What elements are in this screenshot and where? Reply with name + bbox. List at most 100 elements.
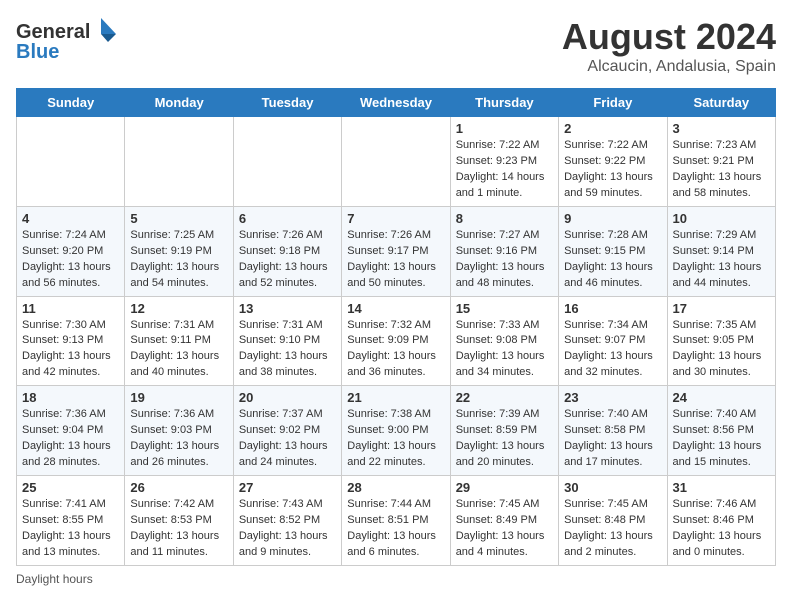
week-row-1: 1 Sunrise: 7:22 AM Sunset: 9:23 PM Daylig… xyxy=(17,117,776,207)
day-number: 25 xyxy=(22,480,119,495)
calendar-cell: 15Sunrise: 7:33 AM Sunset: 9:08 PM Dayli… xyxy=(450,296,558,386)
day-number: 11 xyxy=(22,301,119,316)
day-content: Sunrise: 7:40 AM Sunset: 8:58 PM Dayligh… xyxy=(564,407,661,471)
calendar-cell: 1 Sunrise: 7:22 AM Sunset: 9:23 PM Daylig… xyxy=(450,117,558,207)
day-header-saturday: Saturday xyxy=(667,89,775,117)
day-content: Sunrise: 7:35 AM Sunset: 9:05 PM Dayligh… xyxy=(673,318,770,382)
day-content: Sunrise: 7:46 AM Sunset: 8:46 PM Dayligh… xyxy=(673,497,770,561)
svg-text:General: General xyxy=(16,21,90,43)
day-number: 28 xyxy=(347,480,444,495)
day-content: Sunrise: 7:41 AM Sunset: 8:55 PM Dayligh… xyxy=(22,497,119,561)
day-content: Sunrise: 7:31 AM Sunset: 9:10 PM Dayligh… xyxy=(239,318,336,382)
day-number: 19 xyxy=(130,390,227,405)
day-content: Sunrise: 7:42 AM Sunset: 8:53 PM Dayligh… xyxy=(130,497,227,561)
title-block: August 2024 Alcaucin, Andalusia, Spain xyxy=(562,16,776,76)
week-row-5: 25 Sunrise: 7:41 AM Sunset: 8:55 PM Dayli… xyxy=(17,476,776,566)
calendar-cell: 16Sunrise: 7:34 AM Sunset: 9:07 PM Dayli… xyxy=(559,296,667,386)
header: General Blue August 2024 Alcaucin, Andal… xyxy=(16,16,776,76)
day-content: Sunrise: 7:43 AM Sunset: 8:52 PM Dayligh… xyxy=(239,497,336,561)
day-content: Sunrise: 7:45 AM Sunset: 8:49 PM Dayligh… xyxy=(456,497,553,561)
day-header-thursday: Thursday xyxy=(450,89,558,117)
calendar-cell: 3Sunrise: 7:23 AM Sunset: 9:21 PM Daylig… xyxy=(667,117,775,207)
calendar-cell: 23 Sunrise: 7:40 AM Sunset: 8:58 PM Dayli… xyxy=(559,386,667,476)
calendar-cell: 18Sunrise: 7:36 AM Sunset: 9:04 PM Dayli… xyxy=(17,386,125,476)
page: General Blue August 2024 Alcaucin, Andal… xyxy=(0,0,792,602)
day-number: 31 xyxy=(673,480,770,495)
day-header-friday: Friday xyxy=(559,89,667,117)
logo: General Blue xyxy=(16,16,126,69)
day-number: 16 xyxy=(564,301,661,316)
day-content: Sunrise: 7:29 AM Sunset: 9:14 PM Dayligh… xyxy=(673,228,770,292)
calendar-cell: 13 Sunrise: 7:31 AM Sunset: 9:10 PM Dayli… xyxy=(233,296,341,386)
day-header-sunday: Sunday xyxy=(17,89,125,117)
day-number: 17 xyxy=(673,301,770,316)
calendar-cell: 29 Sunrise: 7:45 AM Sunset: 8:49 PM Dayli… xyxy=(450,476,558,566)
logo-svg: General Blue xyxy=(16,16,126,64)
calendar-cell: 19Sunrise: 7:36 AM Sunset: 9:03 PM Dayli… xyxy=(125,386,233,476)
calendar-cell: 2 Sunrise: 7:22 AM Sunset: 9:22 PM Daylig… xyxy=(559,117,667,207)
calendar-cell: 5 Sunrise: 7:25 AM Sunset: 9:19 PM Daylig… xyxy=(125,206,233,296)
day-number: 20 xyxy=(239,390,336,405)
day-number: 13 xyxy=(239,301,336,316)
day-number: 22 xyxy=(456,390,553,405)
day-content: Sunrise: 7:44 AM Sunset: 8:51 PM Dayligh… xyxy=(347,497,444,561)
day-header-wednesday: Wednesday xyxy=(342,89,450,117)
day-content: Sunrise: 7:28 AM Sunset: 9:15 PM Dayligh… xyxy=(564,228,661,292)
day-number: 21 xyxy=(347,390,444,405)
day-content: Sunrise: 7:32 AM Sunset: 9:09 PM Dayligh… xyxy=(347,318,444,382)
day-number: 29 xyxy=(456,480,553,495)
day-number: 12 xyxy=(130,301,227,316)
day-content: Sunrise: 7:39 AM Sunset: 8:59 PM Dayligh… xyxy=(456,407,553,471)
calendar-cell: 28 Sunrise: 7:44 AM Sunset: 8:51 PM Dayli… xyxy=(342,476,450,566)
main-title: August 2024 xyxy=(562,16,776,58)
calendar-cell: 10 Sunrise: 7:29 AM Sunset: 9:14 PM Dayli… xyxy=(667,206,775,296)
calendar-cell: 4 Sunrise: 7:24 AM Sunset: 9:20 PM Daylig… xyxy=(17,206,125,296)
day-content: Sunrise: 7:26 AM Sunset: 9:18 PM Dayligh… xyxy=(239,228,336,292)
week-row-3: 11 Sunrise: 7:30 AM Sunset: 9:13 PM Dayli… xyxy=(17,296,776,386)
calendar-cell: 30 Sunrise: 7:45 AM Sunset: 8:48 PM Dayli… xyxy=(559,476,667,566)
day-content: Sunrise: 7:23 AM Sunset: 9:21 PM Dayligh… xyxy=(673,138,770,202)
day-number: 7 xyxy=(347,211,444,226)
day-number: 6 xyxy=(239,211,336,226)
calendar-cell: 31 Sunrise: 7:46 AM Sunset: 8:46 PM Dayli… xyxy=(667,476,775,566)
day-number: 8 xyxy=(456,211,553,226)
footer-label: Daylight hours xyxy=(16,572,776,586)
week-row-4: 18Sunrise: 7:36 AM Sunset: 9:04 PM Dayli… xyxy=(17,386,776,476)
day-header-tuesday: Tuesday xyxy=(233,89,341,117)
day-content: Sunrise: 7:33 AM Sunset: 9:08 PM Dayligh… xyxy=(456,318,553,382)
day-content: Sunrise: 7:40 AM Sunset: 8:56 PM Dayligh… xyxy=(673,407,770,471)
calendar-cell: 7Sunrise: 7:26 AM Sunset: 9:17 PM Daylig… xyxy=(342,206,450,296)
day-number: 4 xyxy=(22,211,119,226)
day-content: Sunrise: 7:25 AM Sunset: 9:19 PM Dayligh… xyxy=(130,228,227,292)
calendar-cell: 25 Sunrise: 7:41 AM Sunset: 8:55 PM Dayli… xyxy=(17,476,125,566)
day-content: Sunrise: 7:22 AM Sunset: 9:23 PM Dayligh… xyxy=(456,138,553,202)
day-content: Sunrise: 7:27 AM Sunset: 9:16 PM Dayligh… xyxy=(456,228,553,292)
day-content: Sunrise: 7:22 AM Sunset: 9:22 PM Dayligh… xyxy=(564,138,661,202)
calendar-cell xyxy=(233,117,341,207)
day-content: Sunrise: 7:45 AM Sunset: 8:48 PM Dayligh… xyxy=(564,497,661,561)
day-number: 9 xyxy=(564,211,661,226)
day-number: 27 xyxy=(239,480,336,495)
day-number: 10 xyxy=(673,211,770,226)
day-number: 5 xyxy=(130,211,227,226)
calendar-cell xyxy=(342,117,450,207)
day-content: Sunrise: 7:38 AM Sunset: 9:00 PM Dayligh… xyxy=(347,407,444,471)
day-number: 30 xyxy=(564,480,661,495)
week-row-2: 4 Sunrise: 7:24 AM Sunset: 9:20 PM Daylig… xyxy=(17,206,776,296)
day-content: Sunrise: 7:36 AM Sunset: 9:04 PM Dayligh… xyxy=(22,407,119,471)
calendar-cell: 9 Sunrise: 7:28 AM Sunset: 9:15 PM Daylig… xyxy=(559,206,667,296)
day-content: Sunrise: 7:37 AM Sunset: 9:02 PM Dayligh… xyxy=(239,407,336,471)
logo-block: General Blue xyxy=(16,16,126,69)
day-content: Sunrise: 7:30 AM Sunset: 9:13 PM Dayligh… xyxy=(22,318,119,382)
day-number: 23 xyxy=(564,390,661,405)
day-number: 1 xyxy=(456,121,553,136)
day-content: Sunrise: 7:24 AM Sunset: 9:20 PM Dayligh… xyxy=(22,228,119,292)
day-number: 14 xyxy=(347,301,444,316)
calendar-cell: 24 Sunrise: 7:40 AM Sunset: 8:56 PM Dayli… xyxy=(667,386,775,476)
day-number: 24 xyxy=(673,390,770,405)
calendar-cell: 11 Sunrise: 7:30 AM Sunset: 9:13 PM Dayli… xyxy=(17,296,125,386)
calendar-cell xyxy=(125,117,233,207)
calendar-header: SundayMondayTuesdayWednesdayThursdayFrid… xyxy=(17,89,776,117)
day-number: 2 xyxy=(564,121,661,136)
svg-text:Blue: Blue xyxy=(16,41,59,63)
